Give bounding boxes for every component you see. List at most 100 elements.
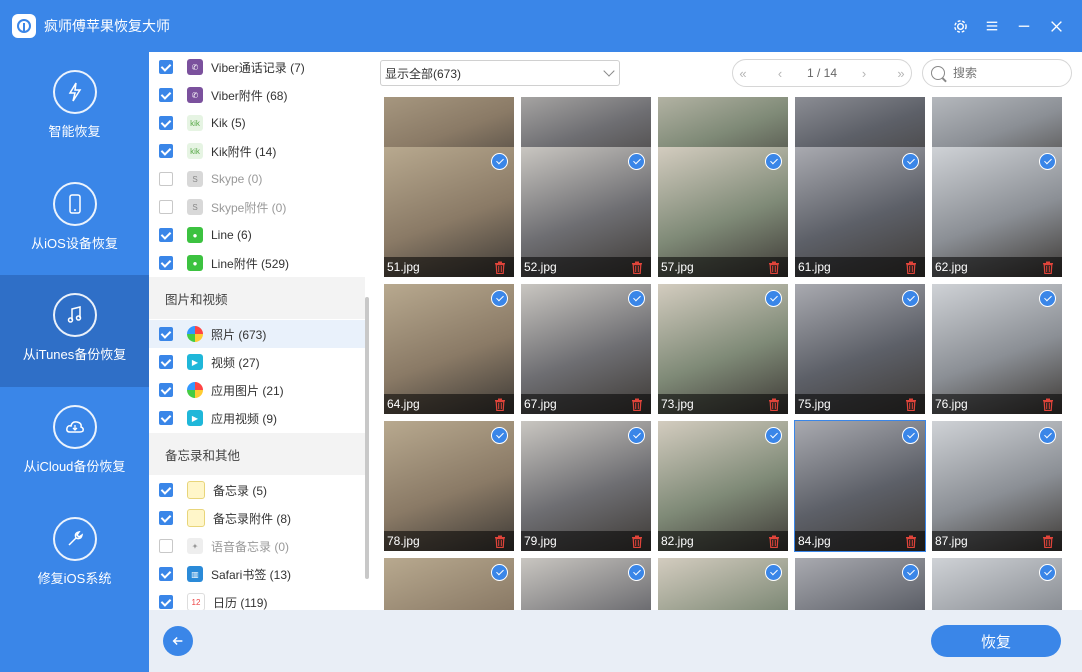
photo-thumbnail[interactable] xyxy=(658,558,788,610)
category-item-app-videos[interactable]: ▶ 应用视频 (9) xyxy=(149,404,365,432)
category-item-viber-attachments[interactable]: ✆ Viber附件 (68) xyxy=(149,81,365,109)
nav-itunes-backup-recovery[interactable]: 从iTunes备份恢复 xyxy=(0,275,149,387)
checkbox[interactable] xyxy=(159,228,173,242)
checkbox[interactable] xyxy=(159,595,173,609)
trash-icon[interactable] xyxy=(1042,398,1054,411)
category-item-calendar[interactable]: 12 日历 (119) xyxy=(149,588,365,610)
photo-thumbnail[interactable]: 75.jpg xyxy=(795,284,925,414)
photo-thumbnail[interactable]: 87.jpg xyxy=(932,421,1062,551)
selected-check-icon[interactable] xyxy=(491,153,508,170)
nav-ios-device-recovery[interactable]: 从iOS设备恢复 xyxy=(0,164,149,276)
trash-icon[interactable] xyxy=(905,535,917,548)
selected-check-icon[interactable] xyxy=(628,564,645,581)
photo-thumbnail[interactable]: 51.jpg xyxy=(384,147,514,277)
checkbox[interactable] xyxy=(159,116,173,130)
photo-thumbnail[interactable] xyxy=(932,558,1062,610)
menu-icon[interactable] xyxy=(982,16,1002,36)
selected-check-icon[interactable] xyxy=(1039,564,1056,581)
category-item-skype-attachments[interactable]: S Skype附件 (0) xyxy=(149,193,365,221)
category-item-skype[interactable]: S Skype (0) xyxy=(149,165,365,193)
checkbox[interactable] xyxy=(159,539,173,553)
minimize-icon[interactable] xyxy=(1014,16,1034,36)
checkbox[interactable] xyxy=(159,172,173,186)
selected-check-icon[interactable] xyxy=(765,427,782,444)
selected-check-icon[interactable] xyxy=(1039,290,1056,307)
category-item-notes[interactable]: 备忘录 (5) xyxy=(149,476,365,504)
filter-dropdown[interactable]: 显示全部(673) xyxy=(380,60,620,86)
photo-thumbnail[interactable]: 52.jpg xyxy=(521,147,651,277)
next-page-icon[interactable]: › xyxy=(854,66,874,81)
selected-check-icon[interactable] xyxy=(491,564,508,581)
selected-check-icon[interactable] xyxy=(628,153,645,170)
photo-thumbnail[interactable]: 82.jpg xyxy=(658,421,788,551)
category-item-line-attachments[interactable]: ● Line附件 (529) xyxy=(149,249,365,277)
category-item-line[interactable]: ● Line (6) xyxy=(149,221,365,249)
selected-check-icon[interactable] xyxy=(765,564,782,581)
checkbox[interactable] xyxy=(159,567,173,581)
last-page-icon[interactable]: » xyxy=(891,66,911,81)
checkbox[interactable] xyxy=(159,200,173,214)
prev-page-icon[interactable]: ‹ xyxy=(770,66,790,81)
checkbox[interactable] xyxy=(159,60,173,74)
checkbox[interactable] xyxy=(159,256,173,270)
back-button[interactable] xyxy=(163,626,193,656)
category-item-app-photos[interactable]: 应用图片 (21) xyxy=(149,376,365,404)
photo-thumbnail[interactable]: 64.jpg xyxy=(384,284,514,414)
selected-check-icon[interactable] xyxy=(1039,427,1056,444)
photo-thumbnail[interactable] xyxy=(384,558,514,610)
selected-check-icon[interactable] xyxy=(765,290,782,307)
trash-icon[interactable] xyxy=(768,261,780,274)
checkbox[interactable] xyxy=(159,144,173,158)
nav-repair-ios-system[interactable]: 修复iOS系统 xyxy=(0,499,149,611)
selected-check-icon[interactable] xyxy=(628,427,645,444)
first-page-icon[interactable]: « xyxy=(733,66,753,81)
trash-icon[interactable] xyxy=(905,398,917,411)
settings-gear-icon[interactable] xyxy=(950,16,970,36)
checkbox[interactable] xyxy=(159,483,173,497)
category-item-kik-attachments[interactable]: kik Kik附件 (14) xyxy=(149,137,365,165)
selected-check-icon[interactable] xyxy=(491,427,508,444)
checkbox[interactable] xyxy=(159,383,173,397)
photo-thumbnail[interactable]: 78.jpg xyxy=(384,421,514,551)
search-input[interactable] xyxy=(951,65,1065,81)
photo-thumbnail[interactable] xyxy=(795,558,925,610)
close-icon[interactable] xyxy=(1046,16,1066,36)
selected-check-icon[interactable] xyxy=(765,153,782,170)
selected-check-icon[interactable] xyxy=(1039,153,1056,170)
category-item-notes-attachments[interactable]: 备忘录附件 (8) xyxy=(149,504,365,532)
photo-thumbnail[interactable]: 76.jpg xyxy=(932,284,1062,414)
category-item-viber-calls[interactable]: ✆ Viber通话记录 (7) xyxy=(149,53,365,81)
photo-thumbnail[interactable]: 61.jpg xyxy=(795,147,925,277)
trash-icon[interactable] xyxy=(768,535,780,548)
selected-check-icon[interactable] xyxy=(491,290,508,307)
trash-icon[interactable] xyxy=(631,398,643,411)
trash-icon[interactable] xyxy=(494,535,506,548)
photo-thumbnail[interactable]: 57.jpg xyxy=(658,147,788,277)
selected-check-icon[interactable] xyxy=(902,427,919,444)
selected-check-icon[interactable] xyxy=(902,564,919,581)
nav-icloud-backup-recovery[interactable]: 从iCloud备份恢复 xyxy=(0,387,149,499)
photo-thumbnail[interactable]: 79.jpg xyxy=(521,421,651,551)
photo-thumbnail[interactable]: 67.jpg xyxy=(521,284,651,414)
selected-check-icon[interactable] xyxy=(902,290,919,307)
nav-smart-recovery[interactable]: 智能恢复 xyxy=(0,52,149,164)
trash-icon[interactable] xyxy=(1042,535,1054,548)
checkbox[interactable] xyxy=(159,88,173,102)
trash-icon[interactable] xyxy=(905,261,917,274)
photo-thumbnail[interactable]: 84.jpg xyxy=(794,420,926,552)
photo-thumbnail[interactable] xyxy=(521,558,651,610)
checkbox[interactable] xyxy=(159,411,173,425)
photo-thumbnail[interactable]: 62.jpg xyxy=(932,147,1062,277)
category-item-safari-bookmarks[interactable]: ▥ Safari书签 (13) xyxy=(149,560,365,588)
selected-check-icon[interactable] xyxy=(902,153,919,170)
trash-icon[interactable] xyxy=(631,261,643,274)
photo-thumbnail[interactable]: 73.jpg xyxy=(658,284,788,414)
trash-icon[interactable] xyxy=(768,398,780,411)
trash-icon[interactable] xyxy=(631,535,643,548)
checkbox[interactable] xyxy=(159,355,173,369)
checkbox[interactable] xyxy=(159,327,173,341)
category-item-kik[interactable]: kik Kik (5) xyxy=(149,109,365,137)
selected-check-icon[interactable] xyxy=(628,290,645,307)
trash-icon[interactable] xyxy=(1042,261,1054,274)
category-item-photos[interactable]: 照片 (673) xyxy=(149,320,365,348)
